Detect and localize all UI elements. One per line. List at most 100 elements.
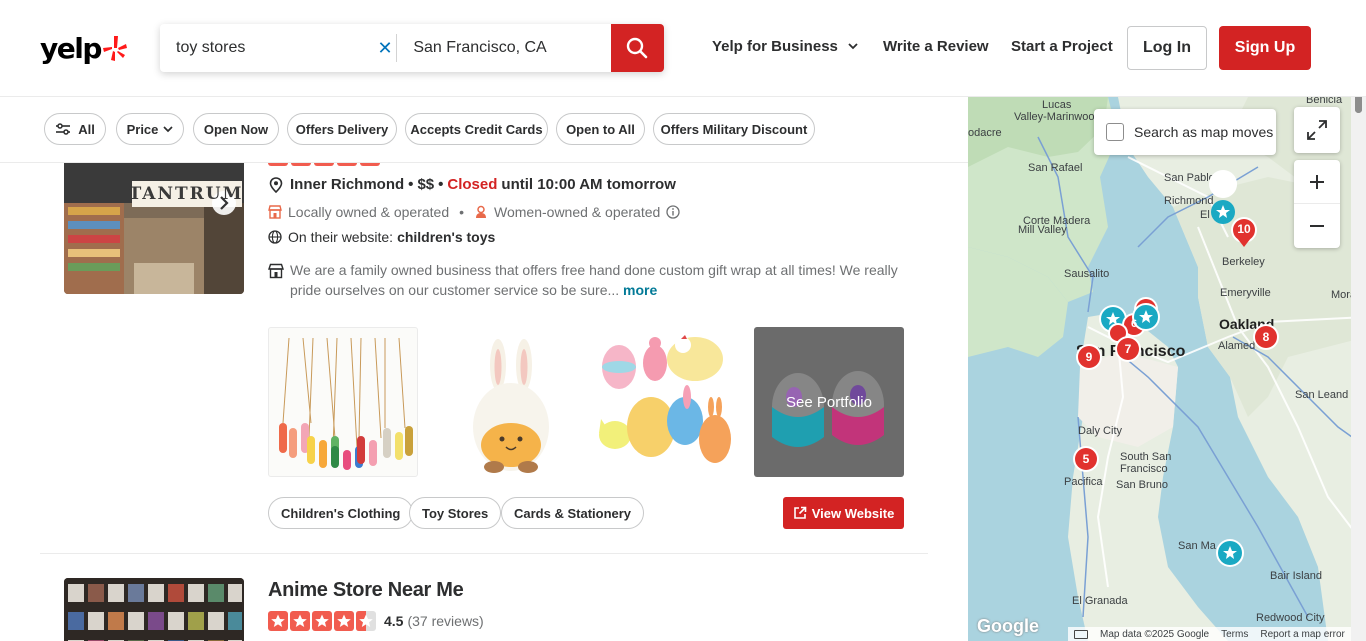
marker-label-10[interactable]: 10 <box>1234 222 1254 236</box>
dot-separator: • <box>408 176 414 193</box>
marker-label-5[interactable]: 5 <box>1076 452 1096 466</box>
bunny-egg-image <box>473 339 549 473</box>
chevron-down-icon <box>848 43 858 50</box>
storefront-icon <box>268 205 282 219</box>
page-scrollbar[interactable] <box>1351 71 1366 641</box>
map-attribution: Map data ©2025 Google Terms Report a map… <box>1068 627 1366 641</box>
listing1-location: Inner Richmond • $$ • Closed until 10:00… <box>268 176 676 193</box>
listing2-stars <box>268 611 376 631</box>
listing2-photo[interactable] <box>64 578 244 641</box>
star-icon <box>290 611 310 631</box>
search-location-input[interactable]: San Francisco, CA <box>397 24 611 72</box>
expand-map-button[interactable] <box>1294 107 1340 153</box>
filter-open-to-all[interactable]: Open to All <box>556 113 645 145</box>
listing1-rating-stars <box>268 163 380 166</box>
plus-icon <box>1310 174 1324 189</box>
minus-icon <box>1310 225 1324 227</box>
search-icon <box>627 37 648 59</box>
listing1-status: Closed <box>447 176 498 193</box>
filter-accepts-credit-cards[interactable]: Accepts Credit Cards <box>405 113 548 145</box>
marker-teal-4 <box>1216 539 1244 567</box>
marker-label-7[interactable]: 7 <box>1118 342 1138 356</box>
map-terms-link[interactable]: Terms <box>1221 629 1248 640</box>
listing1-hours: until 10:00 AM tomorrow <box>501 176 676 193</box>
filter-price[interactable]: Price <box>116 113 184 145</box>
listing-separator <box>40 553 928 554</box>
marker-teal-1 <box>1209 170 1238 224</box>
filter-price-label: Price <box>126 121 159 137</box>
filter-offers-delivery[interactable]: Offers Delivery <box>287 113 397 145</box>
listing1-attributes: Locally owned & operated • Women-owned &… <box>268 204 680 220</box>
listing2-review-count[interactable]: (37 reviews) <box>407 613 483 629</box>
filter-military-discount[interactable]: Offers Military Discount <box>653 113 815 145</box>
tag-cards-stationery[interactable]: Cards & Stationery <box>501 497 645 529</box>
results-map[interactable]: Lucas Valley-Marinwood odacre San Rafael… <box>968 97 1366 641</box>
marker-label-9[interactable]: 9 <box>1079 350 1099 364</box>
search-bar: toy stores ✕ San Francisco, CA <box>160 24 664 72</box>
yelp-for-business-menu[interactable]: Yelp for Business <box>712 38 858 55</box>
listing2-rating-value: 4.5 <box>384 613 404 629</box>
search-button[interactable] <box>611 24 664 72</box>
yelp-logo[interactable]: yelp <box>40 30 127 66</box>
signup-button[interactable]: Sign Up <box>1219 26 1311 70</box>
yelp-burst-icon <box>102 36 127 61</box>
zoom-out-button[interactable] <box>1294 204 1340 248</box>
start-project-link[interactable]: Start a Project <box>1011 38 1113 55</box>
portfolio-image-1[interactable] <box>268 327 418 477</box>
store-sign: TANTRUM <box>128 184 244 204</box>
chevron-down-icon <box>163 126 174 133</box>
dot-separator: • <box>459 204 465 220</box>
attr-locally-owned: Locally owned & operated <box>288 204 450 220</box>
marker-label-6[interactable]: 6 <box>1124 318 1144 330</box>
listing1-photo[interactable]: TANTRUM <box>64 163 244 294</box>
keyboard-icon[interactable] <box>1074 629 1088 639</box>
filter-all[interactable]: All <box>44 113 106 145</box>
view-website-button[interactable]: View Website <box>783 497 904 529</box>
map-data-text: Map data ©2025 Google <box>1100 628 1210 640</box>
website-term: children's toys <box>397 229 496 245</box>
sliders-icon <box>56 123 71 135</box>
listing2-rating: 4.5 (37 reviews) <box>268 611 484 631</box>
write-review-link[interactable]: Write a Review <box>883 38 989 55</box>
tag-childrens-clothing[interactable]: Children's Clothing <box>268 497 414 529</box>
store-icon <box>268 263 284 279</box>
report-map-error-link[interactable]: Report a map error <box>1260 629 1344 640</box>
filter-bar: All Price Open Now Offers Delivery Accep… <box>0 97 968 163</box>
woman-icon <box>476 205 487 218</box>
portfolio-image-3[interactable] <box>595 327 745 477</box>
snippet-text: We are a family owned business that offe… <box>290 262 898 298</box>
dot-separator: • <box>438 176 444 193</box>
filter-open-now[interactable]: Open Now <box>193 113 279 145</box>
see-portfolio-label: See Portfolio <box>786 393 872 411</box>
listing1-neighborhood[interactable]: Inner Richmond <box>290 176 404 193</box>
clear-search-icon[interactable]: ✕ <box>374 24 397 72</box>
portfolio-image-2[interactable] <box>436 327 586 477</box>
search-as-map-moves[interactable]: Search as map moves <box>1094 109 1276 155</box>
star-icon <box>312 611 332 631</box>
website-prefix: On their website: <box>288 229 394 245</box>
external-link-icon <box>793 506 806 519</box>
location-pin-icon <box>269 176 283 193</box>
tag-toy-stores[interactable]: Toy Stores <box>409 497 502 529</box>
half-star-icon <box>356 611 376 631</box>
necklaces-image <box>279 337 413 470</box>
search-as-map-moves-checkbox[interactable] <box>1106 123 1124 141</box>
zoom-in-button[interactable] <box>1294 160 1340 204</box>
anime-store-image <box>64 578 244 641</box>
see-portfolio-tile[interactable]: See Portfolio <box>754 327 904 477</box>
globe-icon <box>268 230 282 244</box>
star-icon <box>334 611 354 631</box>
marker-label-8[interactable]: 8 <box>1256 330 1276 344</box>
star-icon <box>268 611 288 631</box>
snippet-more-link[interactable]: more <box>623 282 657 298</box>
info-icon[interactable] <box>666 205 680 219</box>
attr-women-owned: Women-owned & operated <box>494 204 661 220</box>
view-website-label: View Website <box>811 505 895 521</box>
logo-wordmark: yelp <box>40 31 102 65</box>
search-what-input[interactable]: toy stores <box>160 24 374 72</box>
listing2-name[interactable]: Anime Store Near Me <box>268 579 464 602</box>
listing1-website-info: On their website: children's toys <box>268 229 495 245</box>
search-as-map-moves-label: Search as map moves <box>1134 124 1274 140</box>
login-button[interactable]: Log In <box>1127 26 1207 70</box>
listing1-price: $$ <box>417 176 435 193</box>
